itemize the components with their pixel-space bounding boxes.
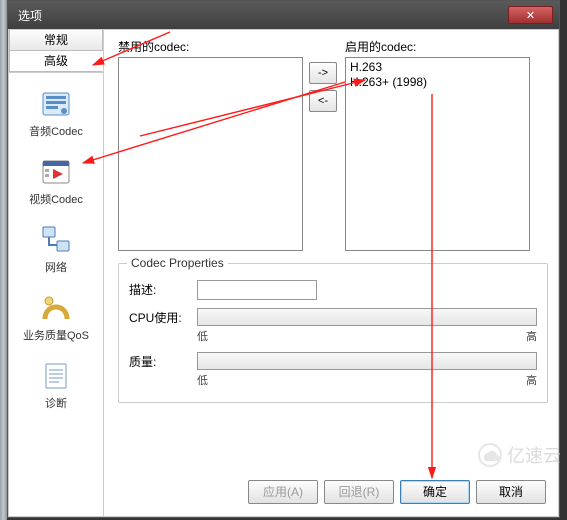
titlebar: 选项 ✕ (8, 1, 559, 29)
qos-icon (39, 291, 73, 325)
tab-general-label: 常规 (44, 33, 68, 47)
disabled-codec-column: 禁用的codec: (118, 38, 303, 251)
quality-slider-labels: 低 高 (197, 372, 537, 388)
ok-button[interactable]: 确定 (400, 480, 470, 504)
audio-codec-icon (39, 87, 73, 121)
list-item[interactable]: H.263+ (1998) (350, 75, 525, 90)
apply-button[interactable]: 应用(A) (248, 480, 318, 504)
tab-list: 常规 高级 (9, 30, 103, 73)
move-left-button[interactable]: <- (309, 90, 337, 112)
sidebar-item-label: 网络 (11, 259, 101, 275)
quality-row: 质量: 低 高 (129, 352, 537, 388)
codec-row: 禁用的codec: -> <- 启用的codec: H.263 H.263+ (… (118, 38, 548, 251)
back-button-label: 回退(R) (339, 485, 380, 499)
tab-general[interactable]: 常规 (9, 30, 103, 51)
window-edge-shadow (0, 0, 7, 520)
slider-high-label: 高 (526, 328, 537, 344)
diagnostics-icon (39, 359, 73, 393)
move-right-button[interactable]: -> (309, 62, 337, 84)
cpu-usage-label: CPU使用: (129, 308, 197, 328)
close-icon: ✕ (526, 9, 535, 22)
sidebar-item-label: 诊断 (11, 395, 101, 411)
sidebar-item-diagnostics[interactable]: 诊断 (9, 353, 103, 421)
move-left-icon: <- (318, 95, 328, 107)
quality-slider-area: 低 高 (197, 352, 537, 388)
cancel-button-label: 取消 (499, 485, 523, 499)
move-right-icon: -> (318, 67, 328, 79)
tab-advanced-label: 高级 (44, 54, 68, 68)
video-codec-icon (39, 155, 73, 189)
sidebar-item-network[interactable]: 网络 (9, 217, 103, 285)
disabled-codec-listbox[interactable] (118, 57, 303, 251)
tab-advanced[interactable]: 高级 (9, 51, 103, 72)
slider-high-label: 高 (526, 372, 537, 388)
cancel-button[interactable]: 取消 (476, 480, 546, 504)
quality-label: 质量: (129, 352, 197, 372)
sidebar-item-label: 音频Codec (11, 123, 101, 139)
group-title: Codec Properties (127, 256, 228, 270)
ok-button-label: 确定 (423, 485, 447, 499)
list-item[interactable]: H.263 (350, 60, 525, 75)
quality-slider[interactable] (197, 352, 537, 370)
cpu-usage-slider-area: 低 高 (197, 308, 537, 344)
description-input[interactable] (197, 280, 317, 300)
apply-button-label: 应用(A) (263, 485, 303, 499)
options-window: 选项 ✕ 常规 高级 音频Codec (7, 0, 560, 518)
sidebar-icon-list: 音频Codec 视频Codec 网络 (9, 73, 103, 516)
description-row: 描述: (129, 280, 537, 300)
sidebar-item-label: 业务质量QoS (11, 327, 101, 343)
move-buttons: -> <- (309, 38, 339, 251)
enabled-codec-label: 启用的codec: (345, 38, 530, 55)
codec-properties-group: Codec Properties 描述: CPU使用: 低 高 (118, 263, 548, 403)
network-icon (39, 223, 73, 257)
disabled-codec-label: 禁用的codec: (118, 38, 303, 55)
sidebar-item-qos[interactable]: 业务质量QoS (9, 285, 103, 353)
slider-low-label: 低 (197, 328, 208, 344)
sidebar-item-video-codec[interactable]: 视频Codec (9, 149, 103, 217)
slider-low-label: 低 (197, 372, 208, 388)
left-column: 常规 高级 音频Codec 视频Codec (9, 30, 104, 516)
sidebar-item-audio-codec[interactable]: 音频Codec (9, 81, 103, 149)
enabled-codec-column: 启用的codec: H.263 H.263+ (1998) (345, 38, 530, 251)
sidebar-item-label: 视频Codec (11, 191, 101, 207)
enabled-codec-listbox[interactable]: H.263 H.263+ (1998) (345, 57, 530, 251)
cpu-usage-row: CPU使用: 低 高 (129, 308, 537, 344)
back-button[interactable]: 回退(R) (324, 480, 394, 504)
cpu-usage-slider-labels: 低 高 (197, 328, 537, 344)
close-button[interactable]: ✕ (508, 6, 553, 24)
cpu-usage-slider[interactable] (197, 308, 537, 326)
description-label: 描述: (129, 280, 197, 300)
button-row: 应用(A) 回退(R) 确定 取消 (118, 472, 548, 510)
window-body: 常规 高级 音频Codec 视频Codec (8, 29, 559, 517)
window-title: 选项 (18, 7, 508, 24)
right-pane: 禁用的codec: -> <- 启用的codec: H.263 H.263+ (… (104, 30, 558, 516)
